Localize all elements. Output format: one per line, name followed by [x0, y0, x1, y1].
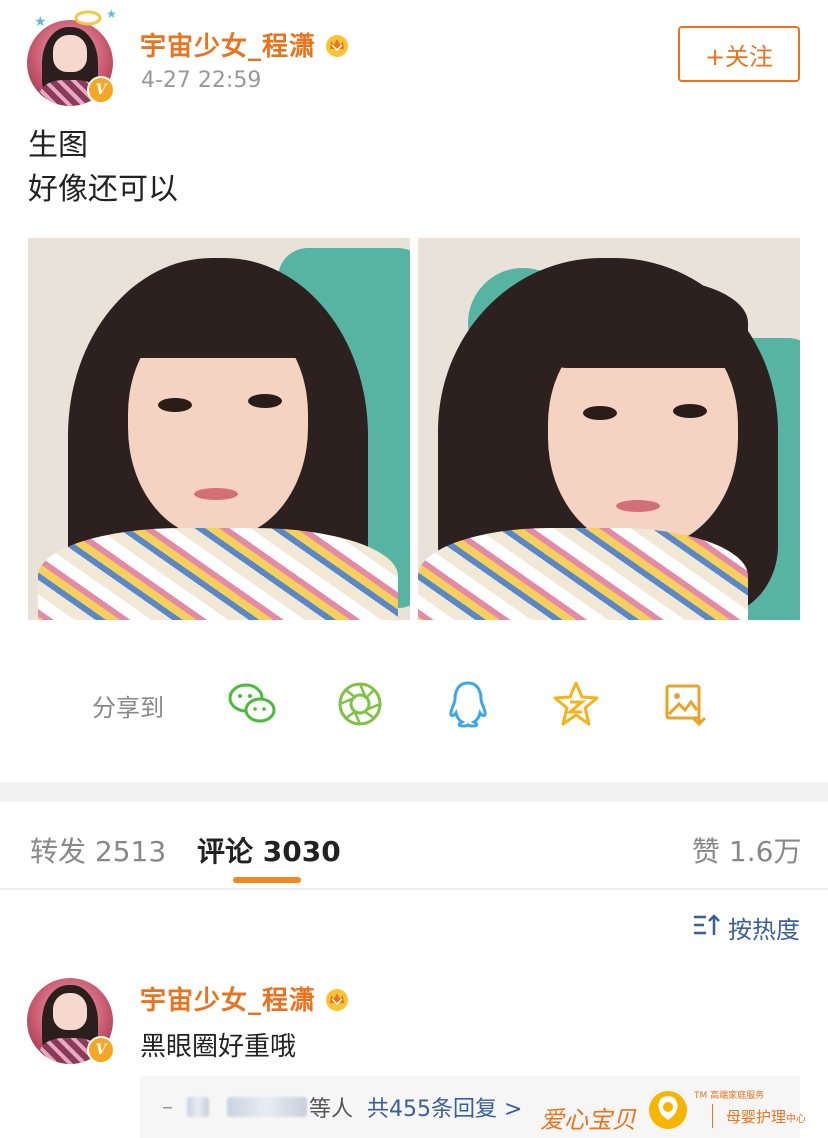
sort-icon [692, 912, 722, 944]
watermark-center-text: 母婴护理 [726, 1108, 787, 1126]
watermark-tm: TM [694, 1091, 708, 1101]
qzone-icon[interactable] [550, 678, 602, 730]
tab-comments-label: 评论 [197, 835, 254, 868]
post-image-2[interactable] [418, 238, 800, 620]
reply-suffix: 等人 [309, 1097, 354, 1122]
moments-icon[interactable] [334, 678, 386, 730]
save-image-icon[interactable] [660, 678, 712, 730]
tab-reposts-count: 2513 [94, 835, 167, 868]
post-author-name[interactable]: 宇宙少女_程潇 [140, 26, 316, 63]
comment-author-name[interactable]: 宇宙少女_程潇 [140, 980, 316, 1017]
tab-reposts[interactable]: 转发 2513 [30, 830, 166, 870]
tab-reposts-label: 转发 [30, 835, 87, 868]
watermark-tagline-text: 高端家庭服务 [710, 1091, 765, 1101]
watermark-brand: 爱心宝贝 [540, 1106, 636, 1134]
blurred-name-2 [227, 1097, 307, 1117]
comment-crown-badge-icon [324, 987, 350, 1011]
comment-text: 黑眼圈好重哦 [140, 1032, 297, 1062]
post-text-line-2: 好像还可以 [28, 172, 178, 207]
section-divider [0, 782, 828, 802]
watermark-logo-icon [646, 1088, 690, 1132]
blurred-name-1 [187, 1097, 209, 1117]
reply-summary[interactable]: – 等人 共455条回复 > [140, 1076, 800, 1138]
post-body: 生图 好像还可以 [28, 124, 178, 212]
tab-likes-count: 1.6万 [728, 835, 802, 868]
tab-likes[interactable]: 赞 1.6万 [692, 830, 801, 870]
tab-comments[interactable]: 评论 3030 [197, 830, 341, 870]
qq-icon[interactable] [442, 678, 494, 730]
watermark-tagline: TM 高端家庭服务 [694, 1088, 764, 1101]
reply-count-text: 共455条回复 [367, 1097, 498, 1122]
crown-badge-icon [324, 33, 350, 57]
tabs-bottom-border [0, 888, 828, 890]
post-timestamp: 4-27 22:59 [141, 68, 262, 93]
follow-button[interactable]: +关注 [678, 26, 800, 82]
watermark-center-suffix: 中心 [786, 1114, 807, 1125]
reply-arrow: > [504, 1097, 523, 1122]
watermark-divider [712, 1104, 713, 1128]
post-image-1[interactable] [28, 238, 410, 620]
reply-count-link[interactable]: 共455条回复 > [367, 1091, 522, 1123]
active-tab-indicator [233, 877, 301, 883]
tab-likes-label: 赞 [692, 835, 721, 868]
post-text-line-1: 生图 [28, 128, 88, 163]
comment-verified-badge-icon: V [87, 1036, 115, 1064]
svg-text:★: ★ [106, 7, 117, 21]
verified-badge-icon: V [87, 76, 115, 104]
share-label: 分享到 [92, 694, 164, 722]
reply-dash: – [162, 1094, 173, 1120]
sort-label: 按热度 [728, 916, 800, 944]
halo-decoration-icon: ★ ★ [30, 4, 120, 34]
tab-comments-count: 3030 [262, 835, 341, 868]
sort-by-hot-button[interactable]: 按热度 [692, 910, 800, 945]
svg-text:★: ★ [34, 14, 47, 30]
wechat-icon[interactable] [224, 678, 280, 730]
watermark-center: 母婴护理中心 [726, 1106, 806, 1127]
